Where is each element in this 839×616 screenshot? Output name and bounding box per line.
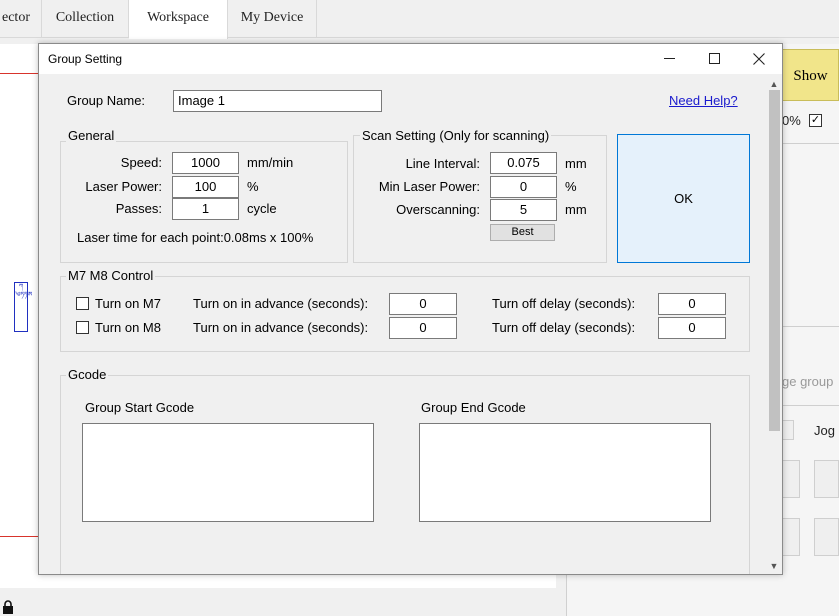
speed-unit: mm/min xyxy=(247,155,294,170)
laser-time-text: Laser time for each point:0.08ms x 100% xyxy=(77,230,314,245)
minimize-icon xyxy=(664,58,675,59)
turn-on-m8-checkbox[interactable] xyxy=(76,321,89,334)
canvas-border-top xyxy=(0,73,42,74)
ok-button[interactable]: OK xyxy=(617,134,750,263)
jog-button[interactable] xyxy=(782,518,800,556)
group-setting-dialog: Group Setting Group Name: Image 1 Need H… xyxy=(38,43,783,575)
m7-delay-label: Turn off delay (seconds): xyxy=(492,296,636,311)
dialog-titlebar[interactable]: Group Setting xyxy=(39,44,782,74)
min-laser-power-unit: % xyxy=(565,179,577,194)
group-end-gcode-label: Group End Gcode xyxy=(421,400,526,415)
group-name-label: Group Name: xyxy=(67,93,146,108)
app-tab-bar: ector Collection Workspace My Device xyxy=(0,0,839,39)
laser-power-label: Laser Power: xyxy=(85,179,162,194)
dialog-title: Group Setting xyxy=(48,52,123,66)
tab-vector[interactable]: ector xyxy=(0,0,42,38)
tab-jog[interactable]: Jog xyxy=(814,423,835,438)
general-legend: General xyxy=(66,128,117,143)
panel-tab[interactable] xyxy=(782,420,794,440)
percent-text: 0% xyxy=(782,113,801,128)
m8-advance-label: Turn on in advance (seconds): xyxy=(193,320,369,335)
canvas-object[interactable]: ཀ༄ཏཏཨ xyxy=(14,282,32,332)
laser-power-input[interactable]: 100 xyxy=(172,176,239,198)
turn-on-m7-checkbox[interactable] xyxy=(76,297,89,310)
group-name-input[interactable]: Image 1 xyxy=(173,90,382,112)
minimize-button[interactable] xyxy=(646,44,692,74)
jog-button[interactable] xyxy=(814,518,839,556)
overscanning-label: Overscanning: xyxy=(396,202,480,217)
group-end-gcode-textarea[interactable] xyxy=(419,423,711,522)
maximize-icon xyxy=(709,53,720,64)
passes-label: Passes: xyxy=(115,201,162,216)
group-label-faded: ge group xyxy=(782,374,834,389)
need-help-link[interactable]: Need Help? xyxy=(669,93,738,108)
overscanning-unit: mm xyxy=(565,202,587,217)
scroll-down-icon[interactable]: ▼ xyxy=(766,558,782,574)
divider xyxy=(782,405,839,406)
gcode-legend: Gcode xyxy=(66,367,109,382)
speed-input[interactable]: 1000 xyxy=(172,152,239,174)
dialog-scrollbar[interactable]: ▲ ▼ xyxy=(766,74,782,574)
tab-my-device[interactable]: My Device xyxy=(228,0,317,38)
maximize-button[interactable] xyxy=(692,44,738,74)
jog-button[interactable] xyxy=(814,460,839,498)
close-button[interactable] xyxy=(736,44,782,74)
passes-input[interactable]: 1 xyxy=(172,198,239,220)
canvas-border-bottom xyxy=(0,536,42,537)
m7-m8-legend: M7 M8 Control xyxy=(66,268,156,283)
lock-icon[interactable] xyxy=(2,600,14,614)
line-interval-label: Line Interval: xyxy=(405,156,480,171)
right-panel-checkbox[interactable]: ✓ xyxy=(809,114,822,127)
passes-unit: cycle xyxy=(247,201,277,216)
turn-on-m8-label: Turn on M8 xyxy=(95,320,161,335)
scroll-thumb[interactable] xyxy=(769,90,780,431)
scan-setting-legend: Scan Setting (Only for scanning) xyxy=(360,128,552,143)
scan-setting-group xyxy=(353,135,607,263)
tab-workspace[interactable]: Workspace xyxy=(129,0,228,39)
group-start-gcode-label: Group Start Gcode xyxy=(85,400,195,415)
laser-power-unit: % xyxy=(247,179,259,194)
line-interval-input[interactable]: 0.075 xyxy=(490,152,557,174)
close-icon xyxy=(753,53,765,65)
m7-advance-input[interactable]: 0 xyxy=(389,293,457,315)
m8-advance-input[interactable]: 0 xyxy=(389,317,457,339)
best-button[interactable]: Best xyxy=(490,224,555,241)
m8-delay-input[interactable]: 0 xyxy=(658,317,726,339)
tab-collection[interactable]: Collection xyxy=(42,0,129,38)
overscanning-input[interactable]: 5 xyxy=(490,199,557,221)
divider xyxy=(782,143,839,144)
divider xyxy=(782,326,839,327)
speed-label: Speed: xyxy=(120,155,162,170)
min-laser-power-label: Min Laser Power: xyxy=(378,179,480,194)
m7-delay-input[interactable]: 0 xyxy=(658,293,726,315)
jog-button[interactable] xyxy=(782,460,800,498)
m8-delay-label: Turn off delay (seconds): xyxy=(492,320,636,335)
line-interval-unit: mm xyxy=(565,156,587,171)
min-laser-power-input[interactable]: 0 xyxy=(490,176,557,198)
show-button[interactable]: Show xyxy=(782,49,839,101)
m7-advance-label: Turn on in advance (seconds): xyxy=(193,296,369,311)
turn-on-m7-label: Turn on M7 xyxy=(95,296,161,311)
group-start-gcode-textarea[interactable] xyxy=(82,423,374,522)
